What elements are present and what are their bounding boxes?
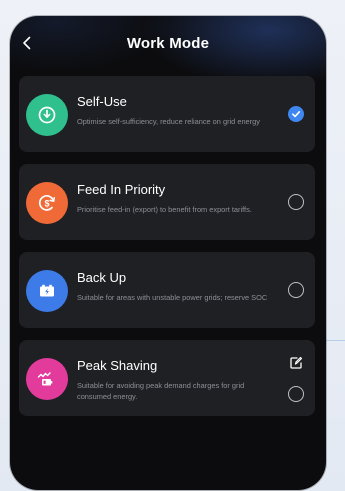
mode-name: Peak Shaving [77,358,158,373]
unselected-radio[interactable] [288,386,304,402]
chevron-left-icon [23,36,31,50]
mode-name: Back Up [77,270,127,285]
peak-shaving-icon [26,358,68,400]
edit-icon [290,356,303,369]
mode-card-back-up[interactable]: Back Up Suitable for areas with unstable… [19,252,315,328]
mode-description: Optimise self-sufficiency, reduce relian… [77,117,260,126]
back-button[interactable] [16,32,38,54]
dollar-cycle-icon: $ [26,182,68,224]
mode-name: Self-Use [77,94,127,109]
mode-card-feed-in-priority[interactable]: $ Feed In Priority Prioritise feed-in (e… [19,164,315,240]
checkmark-icon [292,111,301,118]
selected-radio[interactable] [288,106,304,122]
mode-description: Suitable for avoiding peak demand charge… [77,381,245,401]
leaf-power-icon [26,94,68,136]
mode-card-self-use[interactable]: Self-Use Optimise self-sufficiency, redu… [19,76,315,152]
mode-card-peak-shaving[interactable]: Peak Shaving Suitable for avoiding peak … [19,340,315,416]
svg-text:$: $ [44,198,49,208]
battery-backup-icon [26,270,68,312]
unselected-radio[interactable] [288,282,304,298]
mode-description: Prioritise feed-in (export) to benefit f… [77,205,252,214]
phone-screen: Work Mode Self-Use Optimise self-suffici… [10,16,326,490]
header-bar: Work Mode [10,16,326,70]
mode-description: Suitable for areas with unstable power g… [77,293,268,302]
mode-name: Feed In Priority [77,182,166,197]
unselected-radio[interactable] [288,194,304,210]
edit-button[interactable] [287,354,305,372]
page-title: Work Mode [126,34,210,52]
